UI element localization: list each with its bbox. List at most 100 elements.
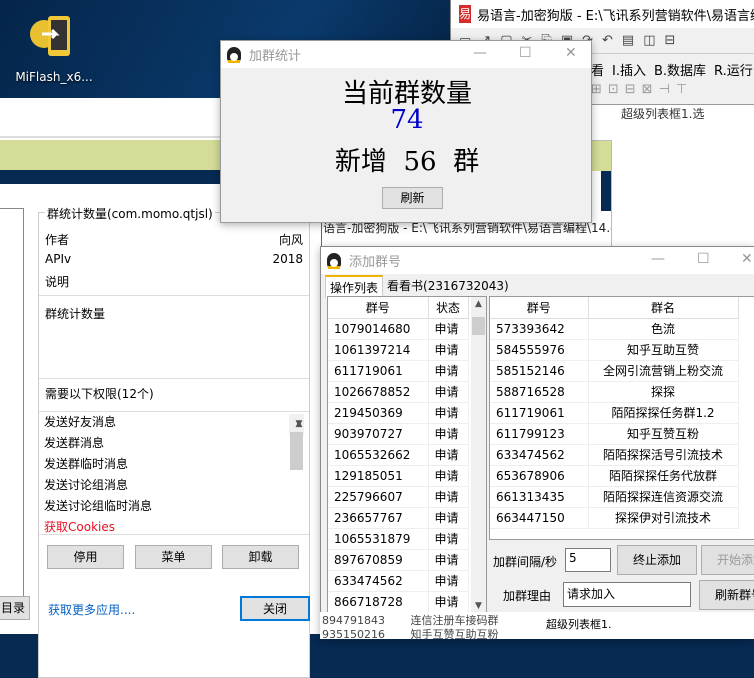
cell-group-id: 903970727 xyxy=(328,423,429,445)
table-row[interactable]: 633474562 申请 xyxy=(328,570,469,592)
reason-input[interactable]: 请求加入 xyxy=(563,582,691,607)
cell-group-id: 1065531879 xyxy=(328,528,429,550)
interval-input[interactable]: 5 xyxy=(565,548,611,572)
table-row[interactable]: 573393642 色流 xyxy=(490,318,739,340)
table-row[interactable]: 611719061 申请 xyxy=(328,360,469,382)
table-row[interactable]: 897670859 申请 xyxy=(328,549,469,571)
directory-button[interactable]: 目录 xyxy=(0,596,30,620)
reason-label: 加群理由 xyxy=(503,589,552,603)
scroll-down-icon[interactable]: ▼ xyxy=(471,601,486,611)
uninstall-button[interactable]: 卸载 xyxy=(222,545,299,569)
table-row[interactable]: 1026678852 申请 xyxy=(328,381,469,403)
cell-group-id: 573393642 xyxy=(490,318,589,340)
current-count-value: 74 xyxy=(390,105,424,135)
cell-secondary: 申请 xyxy=(428,570,469,592)
undo-icon[interactable]: ↶ xyxy=(602,33,613,48)
table-row[interactable]: 661313435 陌陌探探连信资源交流 xyxy=(490,486,739,508)
stop-add-button[interactable]: 终止添加 xyxy=(617,545,697,575)
table-row[interactable]: 1079014680 申请 xyxy=(328,318,469,340)
table-row[interactable]: 653678906 陌陌探探任务代放群 xyxy=(490,465,739,487)
table-row[interactable]: 633474562 陌陌探探活号引流技术 xyxy=(490,444,739,466)
api-label: APIv xyxy=(45,252,72,266)
perm-header: 需要以下权限(12个) xyxy=(45,387,154,401)
close-icon[interactable]: ✕ xyxy=(565,45,577,61)
maximize-icon[interactable]: ☐ xyxy=(697,251,710,267)
menu-run[interactable]: R.运行 xyxy=(714,64,753,79)
minimize-icon[interactable]: — xyxy=(651,251,665,267)
editor-menu: 看 I.插入 B.数据库 R.运行 xyxy=(591,60,754,79)
table-row[interactable]: 585152146 全网引流营销上粉交流 xyxy=(490,360,739,382)
table-row[interactable]: 1065531879 申请 xyxy=(328,528,469,550)
interval-label: 加群间隔/秒 xyxy=(493,555,558,569)
get-more-apps-link[interactable]: 获取更多应用.... xyxy=(48,601,135,618)
tab-operation-list[interactable]: 操作列表 xyxy=(325,275,384,298)
cell-secondary: 陌陌探探任务群1.2 xyxy=(588,402,739,424)
table-row[interactable]: 903970727 申请 xyxy=(328,423,469,445)
col-group-name[interactable]: 群名 xyxy=(588,297,739,319)
layout-icon[interactable]: ◫ xyxy=(643,33,655,48)
table-row[interactable]: 588716528 探探 xyxy=(490,381,739,403)
addwin-title-bar: 添加群号 — ☐ ✕ xyxy=(321,247,754,274)
maximize-icon[interactable]: ☐ xyxy=(519,45,532,61)
cell-secondary: 色流 xyxy=(588,318,739,340)
editor-list-header: 超级列表框1.选 xyxy=(621,107,705,119)
miflash-icon[interactable] xyxy=(28,12,78,62)
permission-list[interactable]: 发送好友消息 发送群消息 发送群临时消息 发送讨论组消息 发送讨论组临时消息 获… xyxy=(39,411,309,535)
col-status[interactable]: 状态 xyxy=(428,297,469,319)
cell-group-id: 633474562 xyxy=(490,444,589,466)
pending-scrollbar[interactable]: ▲ ▼ xyxy=(471,297,486,613)
scroll-up-icon[interactable]: ▲ xyxy=(471,299,486,309)
cell-secondary: 探探 xyxy=(588,381,739,403)
close-button[interactable]: 关闭 xyxy=(240,596,310,621)
close-icon[interactable]: ✕ xyxy=(741,251,753,267)
editor-title: 易语言-加密狗版 - E:\飞讯系列营销软件\易语言编程 xyxy=(477,8,754,24)
table-row[interactable]: 611799123 知乎互赞互粉 xyxy=(490,423,739,445)
table-row[interactable]: 866718728 申请 xyxy=(328,591,469,613)
table-row[interactable]: 129185051 申请 xyxy=(328,465,469,487)
table-row[interactable]: 236657767 申请 xyxy=(328,507,469,529)
refresh-groups-button[interactable]: 刷新群号 xyxy=(699,580,754,610)
stats-title-bar: 加群统计 — ☐ ✕ xyxy=(221,41,591,68)
cell-group-id: 866718728 xyxy=(328,591,429,613)
cell-secondary: 申请 xyxy=(428,528,469,550)
table-row[interactable]: 663447150 探探伊对引流技术 xyxy=(490,507,739,529)
table-row[interactable]: 584555976 知乎互助互赞 xyxy=(490,339,739,361)
layout2-icon[interactable]: ⊟ xyxy=(665,33,676,48)
cell-group-id: 611719061 xyxy=(328,360,429,382)
col-group-id[interactable]: 群号 xyxy=(490,297,589,319)
table-row[interactable]: 1061397214 申请 xyxy=(328,339,469,361)
scroll-thumb[interactable] xyxy=(472,317,485,335)
cell-group-id: 219450369 xyxy=(328,402,429,424)
scroll-thumb[interactable] xyxy=(290,432,303,470)
table-row[interactable]: 1065532662 申请 xyxy=(328,444,469,466)
miflash-label[interactable]: MiFlash_x6... xyxy=(12,70,96,84)
group-list-table[interactable]: 群号 群名 573393642 色流 584555976 知乎互助互赞 585152146… xyxy=(489,296,754,540)
menu-insert[interactable]: I.插入 xyxy=(612,64,646,79)
minimize-icon[interactable]: — xyxy=(473,45,487,61)
tab-account[interactable]: 看看书(2316732043) xyxy=(383,275,513,298)
menu-button[interactable]: 菜单 xyxy=(135,545,212,569)
pending-group-table[interactable]: 群号 状态 1079014680 申请 1061397214 申请 611719061 申请… xyxy=(327,296,487,614)
cell-group-id: 1026678852 xyxy=(328,381,429,403)
permission-scrollbar[interactable]: ▲ ▼ xyxy=(289,414,304,470)
find-icon[interactable]: ▤ xyxy=(622,33,634,48)
refresh-button[interactable]: 刷新 xyxy=(382,187,443,209)
table-row[interactable]: 219450369 申请 xyxy=(328,402,469,424)
scroll-down-icon[interactable]: ▼ xyxy=(289,414,304,435)
cell-secondary: 知乎互助互赞 xyxy=(588,339,739,361)
permission-item: 发送群消息 xyxy=(44,436,105,450)
desc-value: 群统计数量 xyxy=(45,307,106,321)
disable-button[interactable]: 停用 xyxy=(47,545,124,569)
cell-secondary: 申请 xyxy=(428,591,469,613)
cell-group-id: 588716528 xyxy=(490,381,589,403)
menu-database[interactable]: B.数据库 xyxy=(654,64,706,79)
new-count-label: 新增 56 群 xyxy=(334,147,480,177)
penguin-icon xyxy=(227,46,241,63)
col-group-id[interactable]: 群号 xyxy=(328,297,429,319)
cell-group-id: 611719061 xyxy=(490,402,589,424)
table-row[interactable]: 225796607 申请 xyxy=(328,486,469,508)
cell-secondary: 申请 xyxy=(428,381,469,403)
start-add-button[interactable]: 开始添加 xyxy=(701,545,754,575)
table-row[interactable]: 611719061 陌陌探探任务群1.2 xyxy=(490,402,739,424)
plugin-list[interactable] xyxy=(0,208,24,603)
